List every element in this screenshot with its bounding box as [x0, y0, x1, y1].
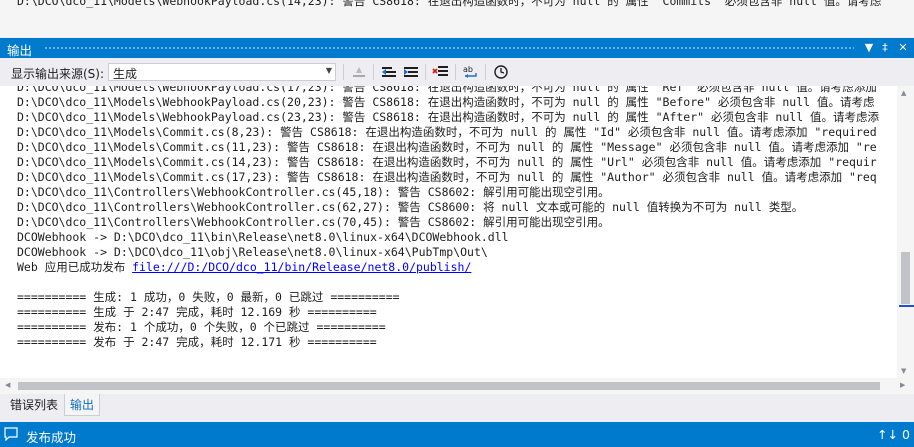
timestamp-icon[interactable] — [492, 63, 510, 81]
output-line: D:\DCO\dco_11\Models\WebhookPayload.cs(1… — [17, 86, 877, 94]
caret-position-marker — [899, 305, 914, 307]
show-output-from-label: 显示输出来源(S): — [11, 67, 105, 81]
pin-icon[interactable]: ‡ — [878, 40, 892, 56]
output-source-select[interactable]: 生成 ▼ — [108, 63, 336, 81]
summary-line: ========== 发布: 1 个成功，0 个失败，0 个已跳过 ======… — [17, 320, 386, 334]
tab-error-list[interactable]: 错误列表 — [5, 394, 63, 416]
toolbar-separator — [485, 64, 486, 80]
chevron-down-icon: ▼ — [325, 66, 332, 75]
window-position-dropdown-icon[interactable]: ▼ — [862, 40, 876, 56]
source-control-indicator[interactable]: ↑↓ 0 — [877, 427, 910, 442]
publish-prefix: Web 应用已成功发布 — [17, 260, 133, 274]
status-message: 发布成功 — [26, 430, 77, 445]
output-toolbar: 显示输出来源(S): 生成 ▼ ab — [0, 58, 914, 87]
output-line: D:\DCO\dco_11\Controllers\WebhookControl… — [17, 185, 610, 199]
summary-line: ========== 生成 于 2:47 完成，耗时 12.169 秒 ====… — [17, 305, 377, 319]
output-line: D:\DCO\dco_11\Controllers\WebhookControl… — [17, 215, 610, 229]
vertical-scrollbar[interactable]: ▲ ▼ — [897, 86, 914, 378]
output-line: D:\DCO\dco_11\Models\Commit.cs(8,23): 警告… — [17, 125, 877, 139]
next-message-icon[interactable] — [402, 63, 420, 81]
toolbar-separator — [455, 64, 456, 80]
output-line: D:\DCO\dco_11\Models\Commit.cs(14,23): 警… — [17, 155, 877, 169]
partial-output-line: D:\DCO\dco_11\Models\WebhookPayload.cs(1… — [17, 0, 882, 8]
output-line: DCOWebhook -> D:\DCO\dco_11\bin\Release\… — [17, 230, 509, 244]
find-message-icon[interactable] — [350, 63, 368, 81]
scroll-down-icon[interactable]: ▼ — [901, 367, 906, 375]
summary-line: ========== 发布 于 2:47 完成，耗时 12.171 秒 ====… — [17, 335, 377, 349]
drag-grip[interactable] — [44, 46, 854, 50]
word-wrap-icon[interactable]: ab — [462, 63, 480, 81]
output-line: D:\DCO\dco_11\Models\WebhookPayload.cs(2… — [17, 110, 880, 124]
output-text-area[interactable]: D:\DCO\dco_11\Models\WebhookPayload.cs(1… — [0, 86, 897, 378]
output-panel-title-bar[interactable]: 输出 ▼ ‡ ✕ — [0, 38, 914, 58]
close-icon[interactable]: ✕ — [896, 40, 910, 56]
svg-text:ab: ab — [463, 65, 473, 74]
output-line: D:\DCO\dco_11\Models\Commit.cs(17,23): 警… — [17, 170, 877, 184]
output-source-value: 生成 — [113, 67, 138, 81]
scroll-left-icon[interactable]: ◀ — [5, 381, 10, 389]
output-line: D:\DCO\dco_11\Models\WebhookPayload.cs(2… — [17, 95, 875, 109]
status-bar: 发布成功 ↑↓ 0 — [0, 422, 914, 447]
panel-tab-strip: 错误列表 输出 — [0, 394, 914, 418]
summary-line: ========== 生成: 1 成功，0 失败，0 最新，0 已跳过 ====… — [17, 290, 400, 304]
horizontal-scroll-thumb[interactable] — [18, 382, 880, 390]
tab-output[interactable]: 输出 — [64, 394, 101, 416]
panel-title: 输出 — [7, 43, 33, 58]
toolbar-separator — [425, 64, 426, 80]
vertical-scroll-thumb[interactable] — [901, 252, 910, 304]
previous-output-region: D:\DCO\dco_11\Models\WebhookPayload.cs(1… — [0, 0, 914, 37]
publish-line: Web 应用已成功发布 file:///D:/DCO/dco_11/bin/Re… — [17, 260, 879, 275]
output-lines: D:\DCO\dco_11\Models\WebhookPayload.cs(1… — [17, 86, 879, 350]
notification-icon[interactable] — [4, 427, 18, 441]
output-line: D:\DCO\dco_11\Controllers\WebhookControl… — [17, 200, 804, 214]
horizontal-scrollbar[interactable]: ◀ ▶ — [0, 378, 914, 394]
scroll-right-icon[interactable]: ▶ — [900, 381, 905, 389]
toolbar-separator — [373, 64, 374, 80]
toolbar-separator — [343, 64, 344, 80]
publish-folder-link[interactable]: file:///D:/DCO/dco_11/bin/Release/net8.0… — [132, 260, 471, 274]
previous-message-icon[interactable] — [380, 63, 398, 81]
clear-all-icon[interactable] — [432, 63, 450, 81]
output-line: D:\DCO\dco_11\Models\Commit.cs(11,23): 警… — [17, 140, 877, 154]
scroll-up-icon[interactable]: ▲ — [901, 89, 906, 97]
output-line: DCOWebhook -> D:\DCO\dco_11\obj\Release\… — [17, 245, 488, 259]
